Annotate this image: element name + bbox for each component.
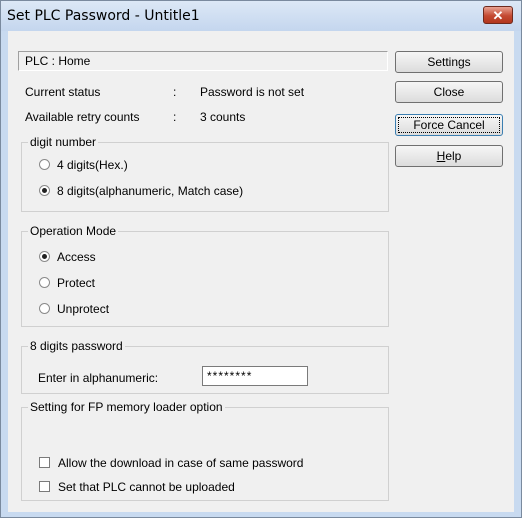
- checkbox-allow-download[interactable]: Allow the download in case of same passw…: [39, 455, 303, 471]
- radio-button[interactable]: [39, 251, 50, 263]
- group-title: 8 digits password: [28, 339, 125, 353]
- checkbox[interactable]: [39, 481, 50, 493]
- radio-label: Access: [57, 250, 96, 264]
- close-button[interactable]: Close: [395, 81, 503, 103]
- window-title: Set PLC Password - Untitle1: [7, 8, 200, 24]
- checkbox[interactable]: [39, 457, 50, 469]
- radio-4-digits[interactable]: 4 digits(Hex.): [39, 157, 128, 173]
- checkbox-no-upload[interactable]: Set that PLC cannot be uploaded: [39, 479, 235, 495]
- title-bar[interactable]: Set PLC Password - Untitle1 ✕: [1, 1, 521, 31]
- radio-protect[interactable]: Protect: [39, 275, 95, 291]
- plc-name-display: PLC : Home: [18, 51, 388, 71]
- colon-separator: :: [173, 110, 177, 124]
- password-group: 8 digits password Enter in alphanumeric:: [21, 339, 389, 394]
- fp-loader-option-group: Setting for FP memory loader option Allo…: [21, 400, 389, 501]
- radio-button[interactable]: [39, 185, 50, 197]
- checkbox-label: Allow the download in case of same passw…: [58, 456, 304, 470]
- focus-rect: Force Cancel: [398, 117, 500, 133]
- help-label: elp: [445, 149, 462, 163]
- settings-button[interactable]: Settings: [395, 51, 503, 73]
- current-status-value: Password is not set: [200, 85, 305, 99]
- radio-label: Protect: [57, 276, 96, 290]
- force-cancel-button[interactable]: Force Cancel: [395, 114, 503, 136]
- radio-label: 4 digits(Hex.): [57, 158, 128, 172]
- retry-counts-label: Available retry counts: [25, 110, 140, 124]
- radio-button[interactable]: [39, 303, 50, 315]
- operation-mode-group: Operation Mode Access Protect Unprotect: [21, 224, 389, 327]
- dialog-body: PLC : Home Current status : Password is …: [8, 31, 514, 512]
- group-title: Operation Mode: [28, 224, 119, 238]
- password-input[interactable]: [202, 366, 308, 386]
- checkbox-label: Set that PLC cannot be uploaded: [58, 480, 235, 494]
- radio-label: 8 digits(alphanumeric, Match case): [57, 184, 244, 198]
- radio-button[interactable]: [39, 159, 50, 171]
- radio-button[interactable]: [39, 277, 50, 289]
- group-title: Setting for FP memory loader option: [28, 400, 225, 414]
- radio-access[interactable]: Access: [39, 249, 96, 265]
- group-title: digit number: [28, 135, 99, 149]
- help-button[interactable]: Help: [395, 145, 503, 167]
- set-plc-password-dialog: Set PLC Password - Untitle1 ✕ PLC : Home…: [0, 0, 522, 518]
- digit-number-group: digit number 4 digits(Hex.) 8 digits(alp…: [21, 135, 389, 212]
- radio-label: Unprotect: [57, 302, 110, 316]
- retry-counts-value: 3 counts: [200, 110, 246, 124]
- password-label: Enter in alphanumeric:: [38, 371, 159, 385]
- close-icon: ✕: [492, 8, 504, 23]
- colon-separator: :: [173, 85, 177, 99]
- window-close-button[interactable]: ✕: [483, 6, 513, 24]
- current-status-label: Current status: [25, 85, 101, 99]
- radio-8-digits[interactable]: 8 digits(alphanumeric, Match case): [39, 183, 243, 199]
- radio-unprotect[interactable]: Unprotect: [39, 301, 109, 317]
